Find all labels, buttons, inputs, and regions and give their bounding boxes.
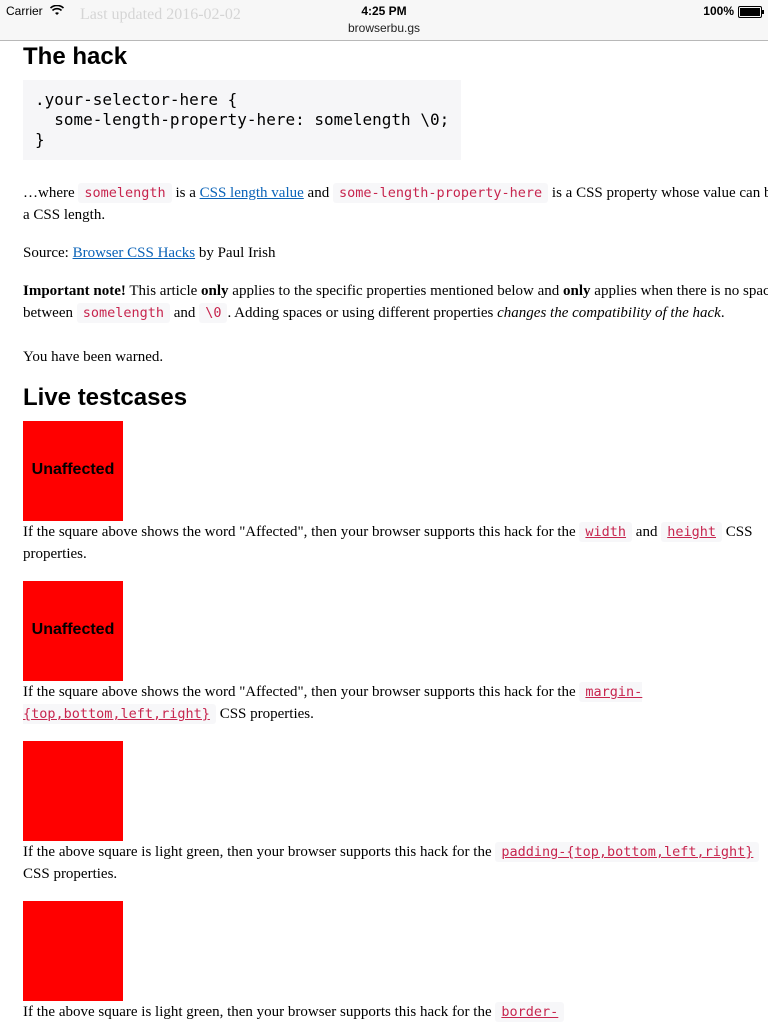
text: CSS properties.: [23, 866, 118, 882]
testcase-caption: If the above square is light green, then…: [23, 1001, 768, 1023]
code-block: .your-selector-here { some-length-proper…: [23, 80, 461, 160]
inline-code-link[interactable]: width: [579, 522, 633, 542]
text: is a: [175, 185, 196, 201]
testcase-square: [23, 741, 123, 841]
square-label: Unaffected: [31, 461, 115, 478]
bold-text: only: [563, 283, 591, 299]
battery-icon: [738, 6, 764, 18]
inline-code: \0: [199, 303, 228, 323]
inline-code-link[interactable]: border-: [495, 1002, 565, 1022]
text: and: [635, 524, 658, 540]
inline-code-link[interactable]: padding-{top,bottom,left,right}: [495, 842, 760, 862]
testcase-square: Unaffected: [23, 581, 123, 681]
heading-the-hack: The hack: [23, 43, 128, 70]
inline-code: some-length-property-here: [332, 183, 549, 203]
inline-code: somelength: [76, 303, 171, 323]
bold-text: only: [201, 283, 229, 299]
browser-css-hacks-link[interactable]: Browser CSS Hacks: [73, 245, 196, 261]
text: If the square above shows the word "Affe…: [23, 684, 576, 700]
text: If the above square is light green, then…: [23, 844, 492, 860]
testcase-square: [23, 901, 123, 1001]
battery-percentage: 100%: [703, 4, 734, 18]
where-paragraph: …where somelength is a CSS length value …: [23, 182, 768, 226]
heading-live-testcases: Live testcases: [23, 384, 188, 411]
text: Source:: [23, 245, 69, 261]
important-note-paragraph: Important note! This article only applie…: [23, 280, 768, 324]
testcase-caption: If the square above shows the word "Affe…: [23, 681, 768, 725]
italic-text: changes the compatibility of the hack: [497, 305, 721, 321]
code-line-1: .your-selector-here {: [35, 90, 238, 109]
inline-code: somelength: [78, 183, 172, 203]
text: and: [307, 185, 330, 201]
bold-text: Important note!: [23, 283, 126, 299]
text: If the above square is light green, then…: [23, 1004, 492, 1020]
warned-paragraph: You have been warned.: [23, 349, 164, 365]
text: CSS properties.: [219, 706, 314, 722]
source-paragraph: Source: Browser CSS Hacks by Paul Irish: [23, 242, 768, 264]
testcase-caption: If the square above shows the word "Affe…: [23, 521, 768, 565]
text: applies to the specific properties menti…: [232, 283, 560, 299]
code-line-3: }: [35, 130, 45, 149]
inline-code-link[interactable]: height: [661, 522, 722, 542]
square-label: Unaffected: [31, 621, 115, 638]
text: This article: [129, 283, 198, 299]
css-length-link[interactable]: CSS length value: [200, 185, 304, 201]
text: If the square above shows the word "Affe…: [23, 524, 576, 540]
testcase-caption: If the above square is light green, then…: [23, 841, 768, 885]
last-updated-text: Last updated 2016-02-02: [80, 6, 241, 23]
testcase-square: Unaffected: [23, 421, 123, 521]
text: . Adding spaces or using different prope…: [227, 305, 494, 321]
text: and: [173, 305, 196, 321]
text: .: [720, 305, 725, 321]
text: …where: [23, 185, 75, 201]
code-line-2: some-length-property-here: somelength \0…: [35, 110, 450, 129]
text: by Paul Irish: [198, 245, 276, 261]
